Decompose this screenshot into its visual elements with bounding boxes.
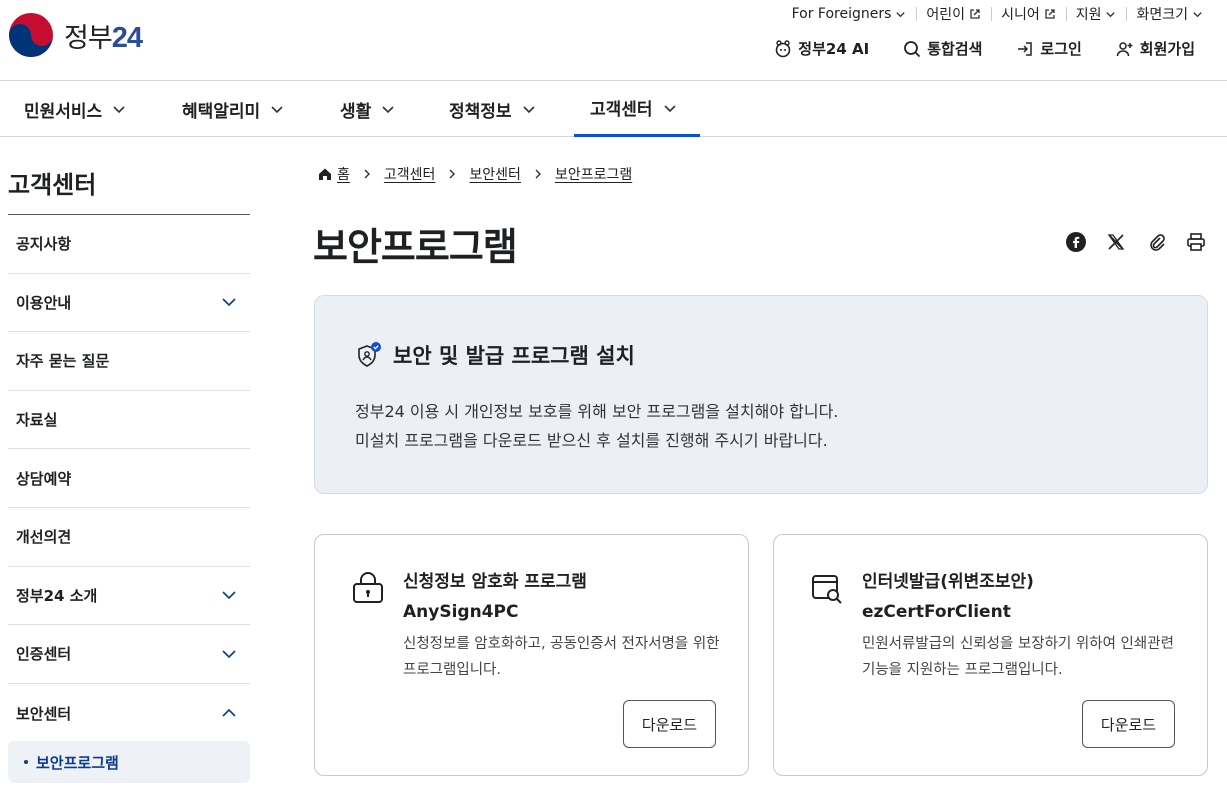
x-share-button[interactable] — [1105, 231, 1127, 253]
util-senior[interactable]: 시니어 — [991, 4, 1066, 24]
bullet-dot — [24, 760, 28, 764]
card-title: 인터넷발급(위변조보안) ezCertForClient — [862, 572, 1034, 622]
breadcrumb-security-center[interactable]: 보안센터 — [469, 164, 521, 184]
nav-benefits[interactable]: 혜택알리미 — [182, 81, 284, 137]
chevron-down-icon — [1193, 11, 1202, 17]
program-card-ezcert: 인터넷발급(위변조보안) ezCertForClient 민원서류발급의 신뢰성을… — [773, 534, 1208, 776]
sidebar-item-archive[interactable]: 자료실 — [8, 391, 250, 450]
nav-policy[interactable]: 정책정보 — [449, 81, 536, 137]
sidebar-item-consult[interactable]: 상담예약 — [8, 449, 250, 508]
chevron-up-icon — [222, 708, 236, 717]
chevron-down-icon — [222, 298, 236, 307]
sidebar-title: 고객센터 — [8, 171, 97, 199]
chevron-down-icon — [382, 106, 394, 114]
card-description: 신청정보를 암호화하고, 공동인증서 전자서명을 위한 프로그램입니다. — [403, 636, 720, 678]
paperclip-icon — [1150, 234, 1165, 251]
nav-life[interactable]: 생활 — [340, 81, 395, 137]
site-header: 정부24 For Foreigners 어린이 시니어 지원 화면크기 정부24… — [0, 0, 1227, 81]
chevron-down-icon — [113, 106, 125, 114]
nav-customer-center[interactable]: 고객센터 — [574, 81, 700, 137]
external-link-icon — [970, 9, 980, 19]
facebook-share-button[interactable] — [1065, 231, 1087, 253]
search-icon — [904, 40, 921, 57]
sidebar-item-faq[interactable]: 자주 묻는 질문 — [8, 332, 250, 391]
chevron-down-icon — [222, 650, 236, 659]
ai-button[interactable]: 정부24 AI — [774, 38, 869, 59]
card-title: 신청정보 암호화 프로그램 AnySign4PC — [403, 572, 587, 622]
chevron-down-icon — [522, 106, 535, 114]
chevron-down-icon — [896, 11, 906, 17]
share-tools — [1065, 231, 1207, 253]
util-children[interactable]: 어린이 — [916, 4, 991, 24]
search-button[interactable]: 통합검색 — [903, 38, 982, 59]
notice-heading: 보안 및 발급 프로그램 설치 — [355, 340, 635, 370]
breadcrumb-home[interactable]: 홈 — [318, 164, 350, 184]
login-button[interactable]: 로그인 — [1016, 38, 1082, 59]
shield-user-check-icon — [358, 342, 381, 367]
global-actions: 정부24 AI 통합검색 로그인 회원가입 — [774, 38, 1195, 59]
home-icon — [319, 168, 331, 180]
ai-bot-icon — [775, 39, 791, 57]
chevron-right-icon — [364, 169, 370, 179]
breadcrumb-customer-center[interactable]: 고객센터 — [384, 164, 436, 184]
login-icon — [1018, 41, 1033, 56]
notice-text: 정부24 이용 시 개인정보 보호를 위해 보안 프로그램을 설치해야 합니다.… — [355, 402, 839, 450]
card-description: 민원서류발급의 신뢰성을 보장하기 위하여 인쇄관련 기능을 지원하는 프로그램… — [862, 636, 1174, 678]
printer-icon — [1187, 233, 1205, 251]
chevron-right-icon — [535, 169, 541, 179]
download-button[interactable]: 다운로드 — [623, 700, 716, 748]
sidebar-item-guide[interactable]: 이용안내 — [8, 274, 250, 333]
sidebar-item-feedback[interactable]: 개선의견 — [8, 508, 250, 567]
main-navigation: 민원서비스 혜택알리미 생활 정책정보 고객센터 — [0, 81, 1227, 137]
program-card-anysign: 신청정보 암호화 프로그램 AnySign4PC 신청정보를 암호화하고, 공동인… — [314, 534, 749, 776]
facebook-icon — [1066, 232, 1086, 252]
document-search-icon — [812, 575, 842, 604]
breadcrumb-security-program[interactable]: 보안프로그램 — [555, 164, 632, 184]
sidebar-item-cert[interactable]: 인증센터 — [8, 625, 250, 684]
nav-civil-service[interactable]: 민원서비스 — [24, 81, 126, 137]
chevron-down-icon — [222, 591, 236, 600]
download-button[interactable]: 다운로드 — [1082, 700, 1175, 748]
chevron-down-icon — [271, 106, 283, 114]
chevron-down-icon — [663, 104, 676, 112]
copy-link-button[interactable] — [1145, 231, 1167, 253]
util-foreigners[interactable]: For Foreigners — [782, 6, 917, 22]
site-logo[interactable]: 정부24 — [8, 12, 143, 58]
sidebar-item-about[interactable]: 정부24 소개 — [8, 567, 250, 626]
user-plus-icon — [1116, 41, 1133, 56]
page-title: 보안프로그램 — [313, 225, 518, 269]
utility-links: For Foreigners 어린이 시니어 지원 화면크기 — [782, 4, 1203, 24]
logo-text: 정부24 — [64, 21, 143, 54]
install-notice-box: 보안 및 발급 프로그램 설치 정부24 이용 시 개인정보 보호를 위해 보안… — [314, 295, 1208, 494]
breadcrumb: 홈 고객센터 보안센터 보안프로그램 — [318, 164, 632, 184]
signup-button[interactable]: 회원가입 — [1116, 38, 1195, 59]
chevron-down-icon — [1106, 11, 1116, 17]
x-icon — [1107, 234, 1125, 250]
sidebar-item-security[interactable]: 보안센터 — [8, 684, 250, 743]
sidebar-item-notice[interactable]: 공지사항 — [8, 215, 250, 274]
util-screen-size[interactable]: 화면크기 — [1126, 4, 1203, 24]
chevron-right-icon — [449, 169, 456, 179]
print-button[interactable] — [1185, 231, 1207, 253]
taegeuk-logo-icon — [9, 13, 53, 57]
util-support[interactable]: 지원 — [1065, 4, 1127, 24]
lock-icon — [353, 572, 383, 603]
sidebar-subitem-security-program[interactable]: 보안프로그램 — [8, 741, 250, 783]
external-link-icon — [1045, 9, 1055, 19]
sidebar-menu: 공지사항 이용안내 자주 묻는 질문 자료실 상담예약 개선의견 정부24 소개… — [8, 214, 250, 742]
